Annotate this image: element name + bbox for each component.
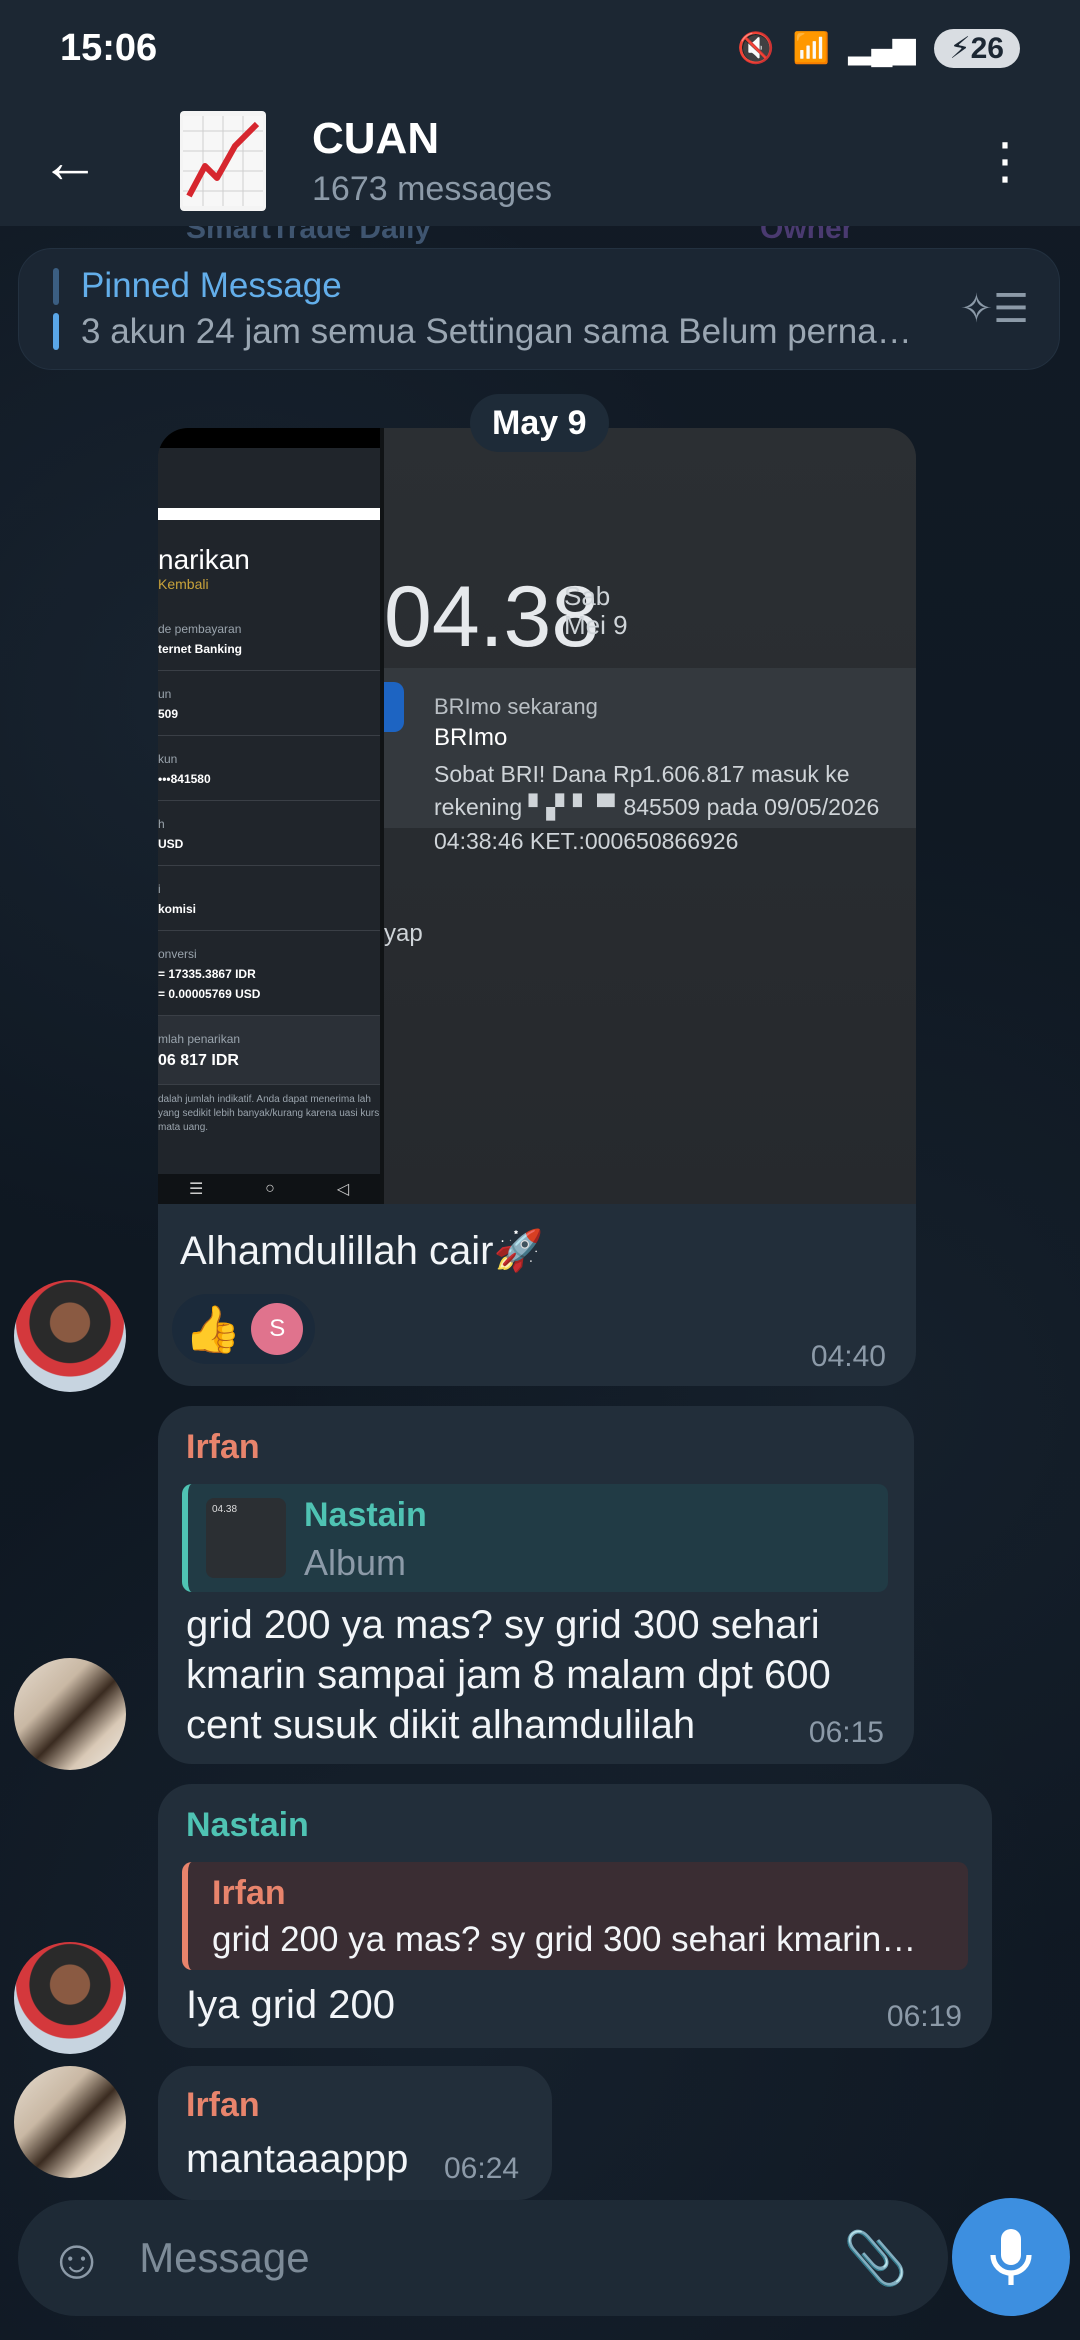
chat-header: ← CUAN 1673 messages ⋮: [0, 96, 1080, 226]
peek-right-text: Owner: [760, 226, 854, 245]
lockscreen-date: Mei 9: [564, 609, 628, 640]
message-text: mantaaappp: [186, 2137, 409, 2181]
voice-record-button[interactable]: [952, 2198, 1070, 2316]
message-input[interactable]: Message: [139, 2234, 843, 2282]
pinned-title: Pinned Message: [81, 266, 342, 305]
quote-text: grid 200 ya mas? sy grid 300 sehari kmar…: [212, 1920, 917, 1959]
row-value: ternet Banking: [158, 642, 243, 656]
sender-name[interactable]: Nastain: [186, 1806, 309, 1845]
notif-title: BRImo: [434, 724, 508, 751]
message-time: 06:15: [808, 1716, 884, 1749]
row-key: onversi: [158, 947, 197, 961]
phone-note: dalah jumlah indikatif. Anda dapat mener…: [158, 1094, 380, 1133]
status-bar: 15:06 🔇 📶 ▂▄▆ ⚡26: [0, 0, 1080, 96]
yap-text: yap: [384, 920, 423, 947]
row-key: un: [158, 687, 172, 701]
battery-level: 26: [970, 31, 1004, 65]
date-separator: May 9: [470, 394, 609, 452]
back-arrow-icon[interactable]: ←: [0, 127, 140, 196]
row-key: de pembayaran: [158, 622, 242, 636]
microphone-icon: [990, 2229, 1032, 2285]
row-key: kun: [158, 752, 178, 766]
pinned-message-bar[interactable]: Pinned Message 3 akun 24 jam semua Setti…: [18, 248, 1060, 370]
row-value: 06 817 IDR: [158, 1052, 239, 1069]
wifi-icon: 📶: [792, 31, 831, 65]
sender-name[interactable]: Irfan: [186, 1428, 260, 1467]
avatar[interactable]: [14, 2066, 126, 2178]
phone-link: Kembali: [158, 576, 209, 592]
mute-icon: 🔇: [737, 31, 775, 65]
sender-name[interactable]: Irfan: [186, 2086, 260, 2125]
brimo-notification: BRImo sekarang BRImo Sobat BRI! Dana Rp1…: [384, 668, 916, 854]
pin-list-icon[interactable]: ✧☰: [960, 286, 1029, 332]
message-bubble[interactable]: Nastain Irfan grid 200 ya mas? sy grid 3…: [158, 1784, 992, 2048]
group-avatar[interactable]: [180, 111, 266, 211]
message-text: Alhamdulillah cair🚀: [180, 1229, 544, 1273]
more-options-icon[interactable]: ⋮: [980, 136, 1030, 186]
lockscreen-notification-screenshot: 04.38 Sab Mei 9 BRImo sekarang BRImo Soba…: [384, 428, 916, 1204]
phone-nav-bar: ☰ ○ ◁: [158, 1174, 380, 1204]
album-photo[interactable]: narikan Kembali de pembayaran ternet Bank…: [158, 428, 916, 1204]
row-key: h: [158, 817, 165, 831]
message-time: 06:24: [444, 2152, 520, 2185]
avatar[interactable]: [14, 1942, 126, 2054]
previous-message-peek: SmartTrade Daily Owner: [0, 226, 1080, 248]
emoji-icon[interactable]: ☺: [48, 2226, 105, 2291]
chart-increasing-icon: [183, 116, 263, 206]
quote-text: Album: [304, 1542, 407, 1583]
thumbs-up-icon: 👍: [184, 1302, 242, 1355]
pinned-indicator: [53, 268, 59, 350]
row-key: i: [158, 882, 161, 896]
quote-sender: Nastain: [304, 1496, 427, 1534]
row-value: USD: [158, 837, 184, 851]
phone-title: narikan: [158, 544, 250, 575]
message-time: 04:40: [810, 1340, 886, 1373]
quote-sender: Irfan: [212, 1874, 286, 1912]
withdrawal-screenshot: narikan Kembali de pembayaran ternet Bank…: [158, 428, 384, 1204]
battery-indicator: ⚡26: [933, 28, 1020, 68]
reply-quote[interactable]: Irfan grid 200 ya mas? sy grid 300 sehar…: [182, 1862, 968, 1970]
message-text: Iya grid 200: [186, 1983, 396, 2027]
reply-quote[interactable]: 04.38 Nastain Album: [182, 1484, 888, 1592]
quote-thumbnail: 04.38: [206, 1498, 286, 1578]
message-input-bar: ☺ Message 📎: [18, 2200, 948, 2316]
avatar[interactable]: [14, 1658, 126, 1770]
row-value: •••841580: [158, 772, 211, 786]
notif-body: Sobat BRI! Dana Rp1.606.817 masuk ke rek…: [434, 761, 880, 854]
row-key: mlah penarikan: [158, 1032, 241, 1046]
peek-left-text: SmartTrade Daily: [186, 226, 432, 245]
status-time: 15:06: [60, 26, 158, 69]
lockscreen-day: Sab: [564, 581, 611, 611]
reactor-avatar: S: [251, 1303, 304, 1355]
pinned-text: 3 akun 24 jam semua Settingan sama Belum…: [81, 312, 912, 351]
row-value: 509: [158, 707, 179, 721]
avatar[interactable]: [14, 1280, 126, 1392]
signal-icon: ▂▄▆: [848, 31, 916, 65]
message-bubble[interactable]: Alhamdulillah cair🚀 👍 S 04:40: [158, 1204, 916, 1386]
chat-subtitle: 1673 messages: [312, 169, 553, 208]
notif-app: BRImo sekarang: [434, 694, 598, 719]
row-value: = 17335.3867 IDR: [158, 967, 256, 981]
message-bubble[interactable]: Irfan mantaaappp 06:24: [158, 2066, 552, 2200]
message-time: 06:19: [886, 2000, 962, 2033]
message-bubble[interactable]: Irfan 04.38 Nastain Album grid 200 ya ma…: [158, 1406, 914, 1764]
brimo-logo-icon: [384, 682, 404, 732]
row-value: komisi: [158, 902, 197, 916]
row-value: = 0.00005769 USD: [158, 987, 261, 1001]
attach-icon[interactable]: 📎: [843, 2228, 908, 2289]
chat-title[interactable]: CUAN: [312, 114, 552, 164]
reaction-chip[interactable]: 👍 S: [172, 1294, 316, 1364]
message-text: grid 200 ya mas? sy grid 300 sehari kmar…: [186, 1603, 831, 1747]
